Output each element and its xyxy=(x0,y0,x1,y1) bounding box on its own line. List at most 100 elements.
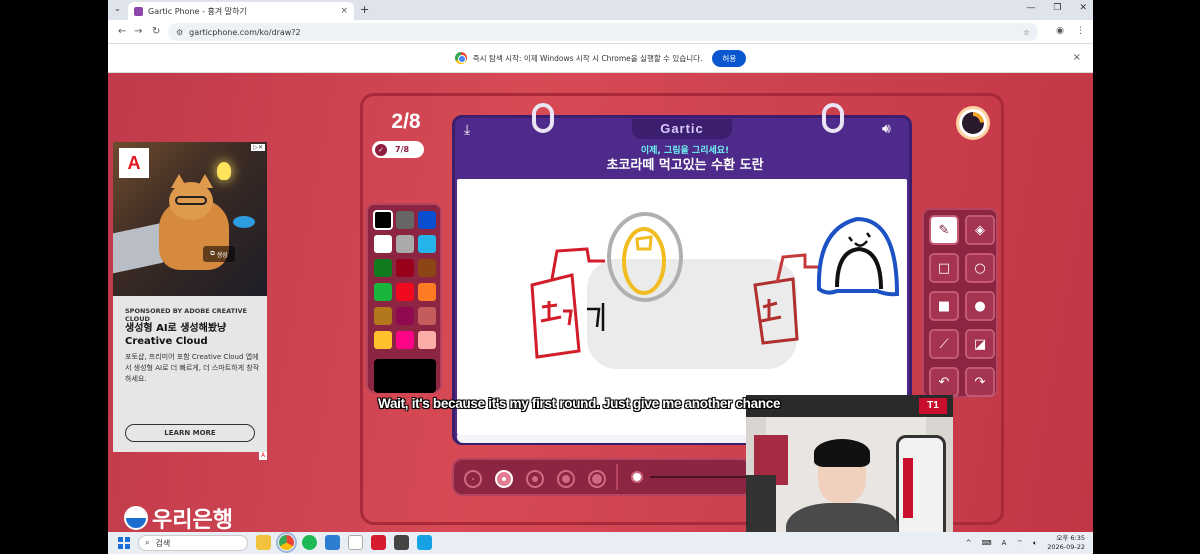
network-icon[interactable]: ⌔ xyxy=(1016,539,1023,548)
brush-size-1[interactable] xyxy=(464,470,482,488)
color-swatch[interactable] xyxy=(396,283,414,301)
color-swatch[interactable] xyxy=(374,283,392,301)
streamer-hair xyxy=(814,439,870,467)
brush-size-2[interactable] xyxy=(495,470,513,488)
clock[interactable]: 오후 6:35 2026-09-22 xyxy=(1047,534,1085,552)
color-swatch[interactable] xyxy=(396,331,414,349)
binder-ring-left xyxy=(532,103,554,133)
color-swatch[interactable] xyxy=(396,259,414,277)
taskbar-search[interactable]: ⌕ 검색 xyxy=(138,535,248,551)
clock-time: 오후 6:35 xyxy=(1056,534,1085,542)
spotify-icon[interactable] xyxy=(302,535,317,550)
current-color-preview xyxy=(374,359,436,393)
windows-taskbar: ⌕ 검색 ^ ⌨ A ⌔ 🔈︎ 오후 6:35 2026-09-22 xyxy=(108,532,1093,554)
generate-button[interactable]: ⧉ 생성 xyxy=(203,246,235,262)
rect-outline-tool-icon[interactable]: □ xyxy=(929,253,959,283)
brush-size-4[interactable] xyxy=(557,470,575,488)
color-swatch[interactable] xyxy=(373,210,393,230)
minimize-icon[interactable]: — xyxy=(1026,3,1035,13)
ellipse-filled-tool-icon[interactable]: ● xyxy=(965,291,995,321)
reload-icon[interactable]: ↻ xyxy=(152,26,160,37)
speaker-icon[interactable]: 🔊︎ xyxy=(882,121,891,137)
color-swatch[interactable] xyxy=(418,259,436,277)
window-controls: — ❐ ✕ xyxy=(1026,3,1087,13)
app-red-icon[interactable] xyxy=(371,535,386,550)
redo-tool-icon[interactable]: ↷ xyxy=(965,367,995,397)
tab-search-icon[interactable]: ⌄ xyxy=(114,4,121,13)
brush-size-3[interactable] xyxy=(526,470,544,488)
chrome-taskbar-icon[interactable] xyxy=(276,532,297,553)
learn-more-button[interactable]: LEARN MORE xyxy=(125,424,255,442)
ad-title-line2: Creative Cloud xyxy=(125,336,208,347)
players-done-badge: ✓ 7/8 xyxy=(372,141,424,158)
ad-choices-icon[interactable]: ▷✕ xyxy=(251,144,265,151)
download-icon[interactable]: ⤓ xyxy=(464,122,480,138)
left-cup-sketch xyxy=(530,273,581,359)
brush-size-5[interactable] xyxy=(588,470,606,488)
infobar-close-icon[interactable]: × xyxy=(1073,52,1081,63)
gartic-watermark xyxy=(587,259,797,369)
ime-indicator[interactable]: A xyxy=(1002,539,1007,547)
app-icon[interactable] xyxy=(325,535,340,550)
timer-icon xyxy=(956,106,990,140)
restore-icon[interactable]: ❐ xyxy=(1053,3,1061,13)
windows-start-icon[interactable] xyxy=(118,537,130,549)
bookmark-star-icon[interactable]: ☆ xyxy=(1023,28,1030,37)
forward-icon[interactable]: → xyxy=(134,26,142,37)
search-icon: ⌕ xyxy=(145,538,150,547)
close-window-icon[interactable]: ✕ xyxy=(1079,3,1087,13)
color-swatch[interactable] xyxy=(374,259,392,277)
infobar-allow-button[interactable]: 허용 xyxy=(712,49,747,67)
fill-tool-icon[interactable]: ◪ xyxy=(965,329,995,359)
taskbar-apps xyxy=(256,532,432,553)
tray-chevron-icon[interactable]: ^ xyxy=(966,539,972,547)
undo-tool-icon[interactable]: ↶ xyxy=(929,367,959,397)
color-swatch[interactable] xyxy=(418,307,436,325)
color-swatch[interactable] xyxy=(396,307,414,325)
keyboard-icon[interactable]: ⌨ xyxy=(982,539,992,547)
url-bar[interactable]: ⚙ garticphone.com/ko/draw?2 ☆ xyxy=(168,23,1038,41)
color-swatch[interactable] xyxy=(418,331,436,349)
volume-icon[interactable]: 🔈︎ xyxy=(1033,539,1037,548)
opacity-slider-knob[interactable] xyxy=(631,471,643,483)
color-swatch[interactable] xyxy=(374,235,392,253)
chrome-infobar: 즉시 탐색 시작: 이제 Windows 시작 시 Chrome을 실행할 수 … xyxy=(108,44,1093,73)
app-blue-icon[interactable] xyxy=(417,535,432,550)
app-dark-icon[interactable] xyxy=(394,535,409,550)
browser-tab[interactable]: Gartic Phone - 흉겨 말하기 × xyxy=(128,2,354,20)
generate-label: 생성 xyxy=(216,251,228,259)
rect-filled-tool-icon[interactable]: ■ xyxy=(929,291,959,321)
lightbulb-icon xyxy=(217,162,231,180)
ad-corner-icon: A xyxy=(259,452,267,460)
color-swatch[interactable] xyxy=(418,211,436,229)
color-swatch[interactable] xyxy=(396,235,414,253)
profile-icon[interactable]: ◉ xyxy=(1056,26,1064,36)
site-info-icon[interactable]: ⚙ xyxy=(176,28,183,37)
ellipse-outline-tool-icon[interactable]: ○ xyxy=(965,253,995,283)
store-icon[interactable] xyxy=(348,535,363,550)
menu-icon[interactable]: ⋮ xyxy=(1076,26,1085,36)
adobe-logo-icon: A xyxy=(119,148,149,178)
tab-close-icon[interactable]: × xyxy=(340,6,348,16)
eraser-tool-icon[interactable]: ◈ xyxy=(965,215,995,245)
color-swatch[interactable] xyxy=(374,331,392,349)
t1-logo: T1 xyxy=(919,398,947,414)
new-tab-button[interactable]: + xyxy=(360,3,369,16)
opacity-slider-track[interactable] xyxy=(650,476,750,478)
chrome-logo-icon xyxy=(454,52,467,64)
color-swatch[interactable] xyxy=(418,283,436,301)
file-explorer-icon[interactable] xyxy=(256,535,271,550)
ad-title: 생성형 AI로 생성해봤냥 Creative Cloud xyxy=(125,322,261,348)
players-done-count: 7/8 xyxy=(395,145,410,154)
pencil-tool-icon[interactable]: ✎ xyxy=(929,215,959,245)
toolbar-separator xyxy=(616,464,618,490)
color-swatch[interactable] xyxy=(418,235,436,253)
laptop-illustration xyxy=(113,222,163,274)
color-swatches xyxy=(373,210,436,349)
glasses-illustration xyxy=(175,196,207,205)
back-icon[interactable]: ← xyxy=(118,26,126,37)
color-swatch[interactable] xyxy=(396,211,414,229)
line-tool-icon[interactable]: ⟋ xyxy=(929,329,959,359)
adobe-ad[interactable]: A ▷✕ ⧉ 생성 SPONSORED BY ADOBE CREATIVE CL… xyxy=(113,142,267,460)
color-swatch[interactable] xyxy=(374,307,392,325)
